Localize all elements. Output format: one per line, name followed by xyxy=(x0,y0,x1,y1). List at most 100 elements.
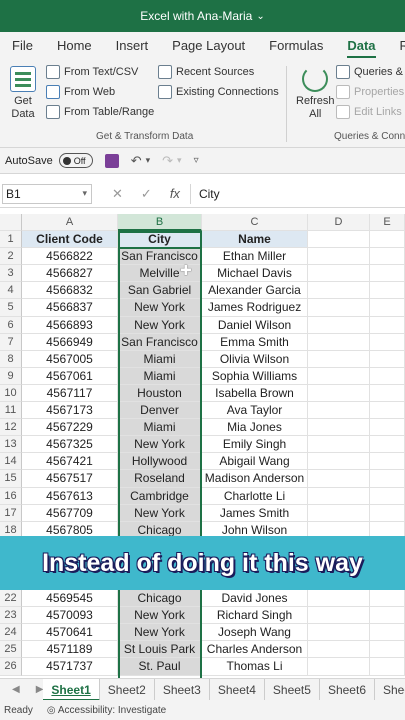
cell-name[interactable]: Abigail Wang xyxy=(202,453,308,471)
cell-name[interactable]: Isabella Brown xyxy=(202,384,308,403)
cell-empty[interactable] xyxy=(370,590,405,608)
cell-empty[interactable] xyxy=(370,487,405,505)
cell-empty[interactable] xyxy=(370,248,405,266)
column-header-a[interactable]: A xyxy=(22,214,118,232)
cell-name[interactable]: Daniel Wilson xyxy=(202,316,308,334)
cell-empty[interactable] xyxy=(370,419,405,437)
cell-name[interactable]: Joseph Wang xyxy=(202,624,308,642)
save-icon[interactable] xyxy=(104,153,119,168)
autosave-toggle[interactable]: Off xyxy=(58,153,93,168)
cell-empty[interactable] xyxy=(308,384,370,403)
cell-city[interactable]: Roseland xyxy=(118,470,202,488)
cell-client-code[interactable]: 4566832 xyxy=(22,282,118,300)
cell-empty[interactable] xyxy=(308,265,370,283)
cell-city[interactable]: New York xyxy=(118,299,202,317)
header-cell-client-code[interactable]: Client Code xyxy=(22,231,118,249)
from-text-csv-button[interactable]: From Text/CSV xyxy=(46,65,138,79)
cell-empty[interactable] xyxy=(308,299,370,317)
cell-client-code[interactable]: 4566837 xyxy=(22,299,118,317)
cell-client-code[interactable]: 4567005 xyxy=(22,350,118,368)
column-header-e[interactable]: E xyxy=(370,214,405,232)
redo-icon[interactable]: ↷ xyxy=(162,153,173,169)
cell-empty[interactable] xyxy=(370,436,405,454)
column-header-b[interactable]: B xyxy=(118,214,202,232)
row-header[interactable]: 15 xyxy=(0,470,22,488)
sheet-tab-4[interactable]: Sheet4 xyxy=(210,679,265,700)
sheet-nav-next-icon[interactable]: ▶ xyxy=(36,684,44,695)
cell-empty[interactable] xyxy=(370,470,405,488)
cell-empty[interactable] xyxy=(370,333,405,351)
cell-client-code[interactable]: 4566949 xyxy=(22,333,118,351)
sheet-tab-6[interactable]: Sheet6 xyxy=(320,679,375,700)
cell-empty[interactable] xyxy=(370,624,405,642)
recent-sources-button[interactable]: Recent Sources xyxy=(158,65,254,79)
sheet-tab-7[interactable]: Sheet7 xyxy=(375,679,405,700)
cell-name[interactable]: Charles Anderson xyxy=(202,641,308,659)
cell-name[interactable]: James Smith xyxy=(202,504,308,522)
from-table-range-button[interactable]: From Table/Range xyxy=(46,105,154,119)
cell-name[interactable]: Ava Taylor xyxy=(202,402,308,420)
cell-empty[interactable] xyxy=(370,453,405,471)
header-cell-name[interactable]: Name xyxy=(202,231,308,249)
cell-client-code[interactable]: 4570641 xyxy=(22,624,118,642)
formula-input[interactable]: City xyxy=(189,183,405,204)
cancel-icon[interactable]: ✕ xyxy=(112,186,123,202)
cell-name[interactable]: James Rodriguez xyxy=(202,299,308,317)
tab-review[interactable]: Revi xyxy=(388,32,405,60)
cell-name[interactable]: Mia Jones xyxy=(202,419,308,437)
tab-data[interactable]: Data xyxy=(335,32,387,60)
column-header-d[interactable]: D xyxy=(308,214,370,232)
sheet-nav-prev-icon[interactable]: ◀ xyxy=(12,684,20,695)
cell-city[interactable]: Miami xyxy=(118,350,202,368)
row-header[interactable]: 1 xyxy=(0,231,22,249)
row-header[interactable]: 25 xyxy=(0,641,22,659)
row-header[interactable]: 5 xyxy=(0,299,22,317)
name-box-dropdown-icon[interactable]: ▾ xyxy=(82,188,87,199)
refresh-all-button[interactable]: Refresh All xyxy=(296,66,335,121)
undo-dropdown-icon[interactable]: ▾ xyxy=(146,155,151,166)
cell-client-code[interactable]: 4567325 xyxy=(22,436,118,454)
tab-page-layout[interactable]: Page Layout xyxy=(160,32,257,60)
tab-formulas[interactable]: Formulas xyxy=(257,32,335,60)
cell-empty[interactable] xyxy=(370,350,405,368)
row-header[interactable]: 26 xyxy=(0,658,22,676)
cell-name[interactable]: Thomas Li xyxy=(202,658,308,676)
spreadsheet-grid[interactable]: A B C D E 1 Client Code City Name 2 4566822 Sa… xyxy=(0,214,405,678)
from-web-button[interactable]: From Web xyxy=(46,85,115,99)
cell-name[interactable]: Olivia Wilson xyxy=(202,350,308,368)
cell-city[interactable]: New York xyxy=(118,624,202,642)
accessibility-status[interactable]: ◎ Accessibility: Investigate xyxy=(47,705,166,716)
cell-name[interactable]: Madison Anderson xyxy=(202,470,308,488)
header-cell-city[interactable]: City xyxy=(118,231,202,249)
cell-client-code[interactable]: 4569545 xyxy=(22,590,118,608)
row-header[interactable]: 4 xyxy=(0,282,22,300)
redo-dropdown-icon[interactable]: ▾ xyxy=(177,155,182,166)
row-header[interactable]: 23 xyxy=(0,607,22,625)
cell-empty[interactable] xyxy=(308,316,370,334)
cell-empty[interactable] xyxy=(370,367,405,385)
cell-city[interactable]: New York xyxy=(118,607,202,625)
cell-city[interactable]: Miami xyxy=(118,367,202,385)
undo-icon[interactable]: ↶ xyxy=(131,153,142,169)
row-header[interactable]: 24 xyxy=(0,624,22,642)
cell-empty[interactable] xyxy=(370,282,405,300)
row-header[interactable]: 2 xyxy=(0,248,22,266)
cell-empty[interactable] xyxy=(308,641,370,659)
chevron-down-icon[interactable]: ⌄ xyxy=(256,11,264,22)
row-header[interactable]: 3 xyxy=(0,265,22,283)
cell-empty[interactable] xyxy=(370,658,405,676)
enter-icon[interactable]: ✓ xyxy=(141,186,152,202)
cell-client-code[interactable]: 4567061 xyxy=(22,367,118,385)
insert-function-icon[interactable]: fx xyxy=(170,186,180,202)
cell-empty[interactable] xyxy=(308,367,370,385)
cell-empty[interactable] xyxy=(308,624,370,642)
select-all-corner[interactable] xyxy=(0,214,22,232)
sheet-tab-2[interactable]: Sheet2 xyxy=(100,679,155,700)
cell-name[interactable]: Ethan Miller xyxy=(202,248,308,266)
cell-name[interactable]: Sophia Williams xyxy=(202,367,308,385)
cell-empty[interactable] xyxy=(308,453,370,471)
row-header[interactable]: 14 xyxy=(0,453,22,471)
row-header[interactable]: 12 xyxy=(0,419,22,437)
cell-name[interactable]: Emily Singh xyxy=(202,436,308,454)
cell-empty[interactable] xyxy=(308,436,370,454)
